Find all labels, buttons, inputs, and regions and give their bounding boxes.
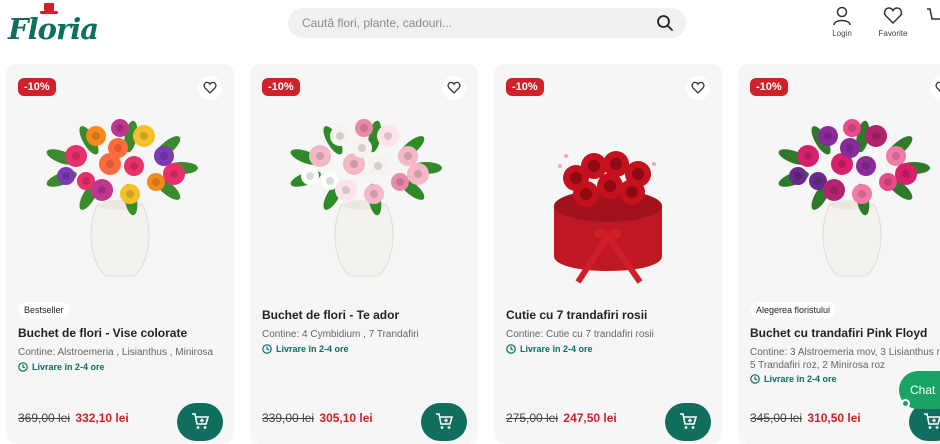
product-card[interactable]: -10% Cutie cu 7 trandafiri rosii Contine… xyxy=(494,64,722,444)
chat-button[interactable]: Chat xyxy=(899,371,940,409)
favorites-label: Favorite xyxy=(878,29,908,38)
clock-icon xyxy=(262,344,272,354)
price-block: 339,00 lei 305,10 lei xyxy=(262,411,373,425)
product-contents: Contine: Alstroemeria , Lisianthus , Min… xyxy=(18,347,214,358)
product-title[interactable]: Buchet cu trandafiri Pink Floyd xyxy=(750,326,927,340)
product-card[interactable]: -10% Buchet de flori - Te ador Contine: … xyxy=(250,64,478,444)
online-indicator xyxy=(901,399,910,408)
cart-icon xyxy=(927,8,940,20)
cart-header-button[interactable] xyxy=(926,6,940,46)
discounted-price: 310,50 lei xyxy=(807,411,861,425)
login-label: Login xyxy=(832,29,852,38)
site-header: Floria Login Favorite xyxy=(0,0,940,56)
login-button[interactable]: Login xyxy=(820,6,864,46)
favorites-button[interactable]: Favorite xyxy=(871,6,915,46)
old-price: 345,00 lei xyxy=(750,411,803,425)
cart-plus-icon xyxy=(436,413,453,429)
product-tag: Alegerea floristului xyxy=(750,302,837,318)
product-contents: Contine: 4 Cymbidium , 7 Trandafiri xyxy=(262,329,419,340)
add-to-cart-button[interactable] xyxy=(665,403,711,441)
delivery-text: Livrare în 2-4 ore xyxy=(764,374,837,384)
product-image[interactable] xyxy=(494,86,722,286)
clock-icon xyxy=(506,344,516,354)
product-image[interactable] xyxy=(738,86,940,286)
product-image[interactable] xyxy=(250,86,478,286)
product-title[interactable]: Cutie cu 7 trandafiri rosii xyxy=(506,308,647,322)
cart-plus-icon xyxy=(680,413,697,429)
delivery-info: Livrare în 2-4 ore xyxy=(750,374,837,384)
price-block: 275,00 lei 247,50 lei xyxy=(506,411,617,425)
cart-plus-icon xyxy=(192,413,209,429)
product-image[interactable] xyxy=(6,86,234,286)
old-price: 369,00 lei xyxy=(18,411,71,425)
product-title[interactable]: Buchet de flori - Vise colorate xyxy=(18,326,187,340)
logo-text: Floria xyxy=(8,12,99,46)
discounted-price: 305,10 lei xyxy=(319,411,373,425)
search-bar xyxy=(288,8,686,38)
price-block: 369,00 lei 332,10 lei xyxy=(18,411,129,425)
clock-icon xyxy=(18,362,28,372)
old-price: 339,00 lei xyxy=(262,411,315,425)
product-title[interactable]: Buchet de flori - Te ador xyxy=(262,308,399,322)
price-block: 345,00 lei 310,50 lei xyxy=(750,411,861,425)
search-input[interactable] xyxy=(302,8,642,38)
product-contents: Contine: 3 Alstroemeria mov, 3 Lisianthu… xyxy=(750,347,940,371)
floria-logo[interactable]: Floria xyxy=(6,2,99,48)
delivery-text: Livrare în 2-4 ore xyxy=(32,362,105,372)
add-to-cart-button[interactable] xyxy=(177,403,223,441)
heart-icon xyxy=(883,7,903,25)
search-icon[interactable] xyxy=(656,14,674,32)
delivery-info: Livrare în 2-4 ore xyxy=(262,344,349,354)
discounted-price: 247,50 lei xyxy=(563,411,617,425)
delivery-info: Livrare în 2-4 ore xyxy=(18,362,105,372)
delivery-text: Livrare în 2-4 ore xyxy=(276,344,349,354)
product-card[interactable]: -10% Bestseller Buchet de flori - Vise c… xyxy=(6,64,234,444)
cart-plus-icon xyxy=(924,413,940,429)
user-icon xyxy=(833,6,851,26)
old-price: 275,00 lei xyxy=(506,411,559,425)
product-contents: Contine: Cutie cu 7 trandafiri rosii xyxy=(506,329,654,340)
delivery-text: Livrare în 2-4 ore xyxy=(520,344,593,354)
add-to-cart-button[interactable] xyxy=(421,403,467,441)
delivery-info: Livrare în 2-4 ore xyxy=(506,344,593,354)
clock-icon xyxy=(750,374,760,384)
chat-label: Chat xyxy=(910,383,936,397)
discounted-price: 332,10 lei xyxy=(75,411,129,425)
product-tag: Bestseller xyxy=(18,302,70,318)
